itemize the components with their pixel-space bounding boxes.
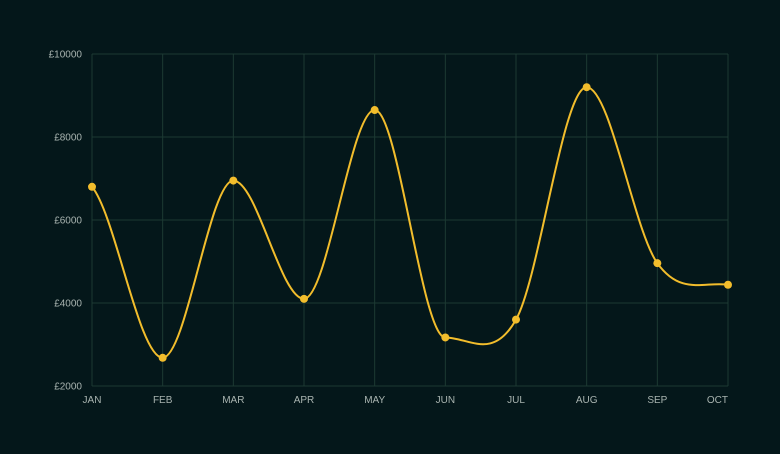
data-point [88, 182, 96, 191]
x-tick-label: MAY [364, 395, 385, 406]
y-tick-label: £8000 [54, 133, 82, 144]
x-tick-label: JUL [507, 395, 525, 406]
y-tick-label: £6000 [54, 216, 82, 227]
data-point [512, 315, 520, 324]
x-tick-label: JUN [436, 395, 455, 406]
line-chart: £2000 £4000 £6000 £8000 £10000 JAN FEB MAR APR M… [0, 0, 780, 454]
data-point [300, 294, 308, 303]
x-tick-label: SEP [647, 395, 667, 406]
data-point [724, 280, 732, 289]
x-tick-label: APR [294, 395, 315, 406]
y-tick-label: £2000 [54, 382, 82, 393]
data-point [441, 333, 450, 342]
x-tick-label: MAR [222, 395, 244, 406]
y-tick-label: £10000 [49, 50, 83, 61]
data-point [653, 259, 662, 268]
data-point [229, 176, 238, 185]
y-tick-label: £4000 [54, 299, 82, 310]
x-tick-label: FEB [153, 395, 173, 406]
x-tick-label: JAN [83, 395, 102, 406]
data-point [158, 353, 167, 362]
data-point [582, 83, 591, 92]
x-tick-label: AUG [576, 395, 598, 406]
x-tick-label: OCT [707, 395, 728, 406]
data-point [370, 106, 379, 115]
